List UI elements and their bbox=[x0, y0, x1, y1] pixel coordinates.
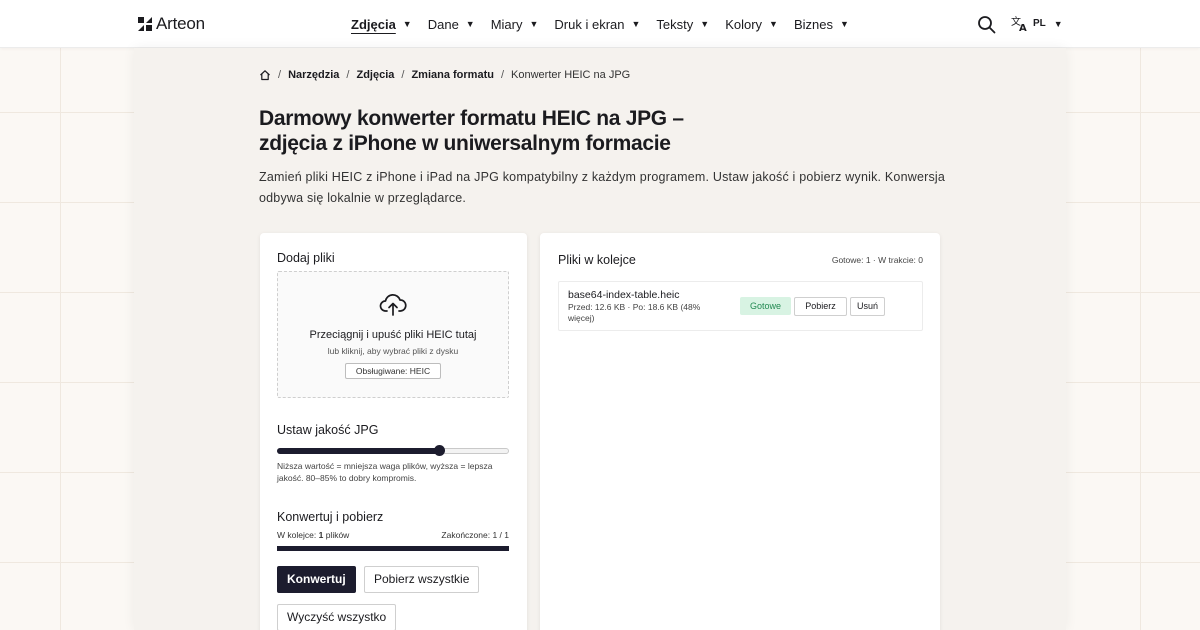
nav-item-label: Dane bbox=[427, 16, 459, 32]
breadcrumb-separator: / bbox=[500, 69, 505, 81]
quality-heading: Ustaw jakość JPG bbox=[277, 423, 379, 437]
language-selector[interactable]: 文 A PL ▼ bbox=[1011, 15, 1063, 32]
logo-icon bbox=[138, 17, 152, 31]
upload-heading: Dodaj pliki bbox=[277, 251, 335, 265]
slider-fill bbox=[277, 448, 440, 454]
breadcrumb-current: Konwerter HEIC na JPG bbox=[511, 69, 631, 81]
nav-item-business[interactable]: Biznes ▼ bbox=[794, 0, 849, 48]
nav-item-label: Druk i ekran bbox=[554, 16, 625, 32]
queue-status-text: Gotowe: 1 · W trakcie: 0 bbox=[831, 255, 923, 265]
nav-item-texts[interactable]: Teksty ▼ bbox=[656, 0, 709, 48]
breadcrumb-separator: / bbox=[346, 69, 350, 81]
nav-item-data[interactable]: Dane ▼ bbox=[428, 0, 475, 48]
queue-heading: Pliki w kolejce bbox=[558, 253, 636, 267]
brand-logo[interactable]: Arteon bbox=[137, 14, 205, 34]
nav-item-label: Zdjęcia bbox=[351, 16, 396, 32]
quality-slider[interactable] bbox=[277, 445, 509, 456]
page-title: Darmowy konwerter formatu HEIC na JPG – … bbox=[259, 106, 779, 156]
remove-file-button[interactable]: Usuń bbox=[850, 297, 885, 316]
nav-item-print-screen[interactable]: Druk i ekran ▼ bbox=[554, 0, 640, 48]
main-content: / Narzędzia / Zdjęcia / Zmiana formatu /… bbox=[134, 48, 1066, 630]
top-navigation-bar: Arteon Zdjęcia ▼ Dane ▼ Miary ▼ Druk i e… bbox=[0, 0, 1200, 48]
dropzone-instruction: Przeciągnij i upuść pliki HEIC tutaj bbox=[309, 329, 477, 341]
file-name: base64-index-table.heic bbox=[568, 289, 680, 301]
quality-hint: Niższa wartość = mniejsza waga plików, w… bbox=[277, 461, 493, 483]
nav-item-measures[interactable]: Miary ▼ bbox=[491, 0, 539, 48]
nav-item-photos[interactable]: Zdjęcia ▼ bbox=[351, 0, 412, 48]
svg-text:A: A bbox=[1019, 23, 1027, 32]
nav-item-label: Kolory bbox=[725, 16, 763, 32]
cloud-upload-icon bbox=[379, 294, 407, 316]
queue-count-suffix: plików bbox=[325, 530, 350, 540]
translate-icon: 文 A bbox=[1011, 15, 1027, 32]
breadcrumb-separator: / bbox=[401, 69, 405, 81]
caret-down-icon: ▼ bbox=[769, 19, 778, 29]
language-code: PL bbox=[1033, 18, 1046, 29]
nav-item-label: Miary bbox=[490, 16, 523, 32]
caret-down-icon: ▼ bbox=[529, 19, 539, 29]
brand-name: Arteon bbox=[156, 14, 205, 33]
nav-item-label: Teksty bbox=[656, 16, 694, 32]
breadcrumb-separator: / bbox=[278, 69, 282, 81]
caret-down-icon: ▼ bbox=[840, 19, 849, 29]
search-icon bbox=[978, 16, 996, 34]
breadcrumb: / Narzędzia / Zdjęcia / Zmiana formatu /… bbox=[259, 69, 630, 81]
supported-formats-badge: Obsługiwane: HEIC bbox=[345, 363, 441, 379]
file-dropzone[interactable]: Przeciągnij i upuść pliki HEIC tutaj lub… bbox=[277, 271, 509, 398]
breadcrumb-link-photos[interactable]: Zdjęcia bbox=[356, 69, 394, 81]
caret-down-icon: ▼ bbox=[631, 19, 641, 29]
page-description-line: Zamień pliki HEIC z iPhone i iPad na JPG… bbox=[259, 170, 946, 184]
conversion-progress-bar bbox=[277, 546, 509, 551]
queue-count-prefix: W kolejce: bbox=[277, 530, 317, 540]
status-badge: Gotowe bbox=[740, 297, 791, 315]
converter-panel: Dodaj pliki Przeciągnij i upuść pliki HE… bbox=[260, 233, 527, 630]
queue-file-row: base64-index-table.heic Przed: 12.6 KB ·… bbox=[558, 281, 923, 331]
caret-down-icon: ▼ bbox=[402, 19, 412, 29]
queue-panel: Pliki w kolejce Gotowe: 1 · W trakcie: 0… bbox=[540, 233, 940, 630]
completed-count-text: Zakończone: 1 / 1 bbox=[441, 530, 509, 540]
caret-down-icon: ▼ bbox=[1053, 18, 1063, 29]
download-file-button[interactable]: Pobierz bbox=[794, 297, 847, 316]
caret-down-icon: ▼ bbox=[700, 19, 710, 29]
page-title-line: zdjęcia z iPhone w uniwersalnym formacie bbox=[259, 132, 671, 155]
clear-all-button[interactable]: Wyczyść wszystko bbox=[277, 604, 397, 630]
page-description: Zamień pliki HEIC z iPhone i iPad na JPG… bbox=[259, 167, 949, 209]
slider-thumb[interactable] bbox=[434, 445, 446, 456]
nav-item-label: Biznes bbox=[793, 16, 833, 32]
nav-item-colors[interactable]: Kolory ▼ bbox=[725, 0, 778, 48]
file-size-info: Przed: 12.6 KB · Po: 18.6 KB (48% więcej… bbox=[568, 302, 701, 323]
breadcrumb-link-format-change[interactable]: Zmiana formatu bbox=[411, 69, 494, 81]
search-button[interactable] bbox=[977, 15, 996, 34]
page-description-line: odbywa się lokalnie w przeglądarce. bbox=[259, 191, 467, 205]
breadcrumb-link-tools[interactable]: Narzędzia bbox=[288, 69, 339, 81]
conversion-stats: W kolejce: 1 plików Zakończone: 1 / 1 bbox=[277, 530, 509, 540]
dropzone-subtext: lub kliknij, aby wybrać pliki z dysku bbox=[327, 346, 459, 356]
convert-heading: Konwertuj i pobierz bbox=[277, 510, 384, 524]
queue-count-value: 1 bbox=[318, 530, 324, 540]
queue-count-text: W kolejce: 1 plików bbox=[277, 530, 349, 540]
page-title-line: Darmowy konwerter formatu HEIC na JPG – bbox=[259, 107, 684, 130]
download-all-button[interactable]: Pobierz wszystkie bbox=[364, 566, 480, 593]
caret-down-icon: ▼ bbox=[465, 19, 475, 29]
progress-fill bbox=[277, 546, 509, 551]
convert-button[interactable]: Konwertuj bbox=[277, 566, 356, 593]
main-nav: Zdjęcia ▼ Dane ▼ Miary ▼ Druk i ekran ▼ … bbox=[351, 0, 865, 48]
home-icon[interactable] bbox=[259, 69, 271, 81]
